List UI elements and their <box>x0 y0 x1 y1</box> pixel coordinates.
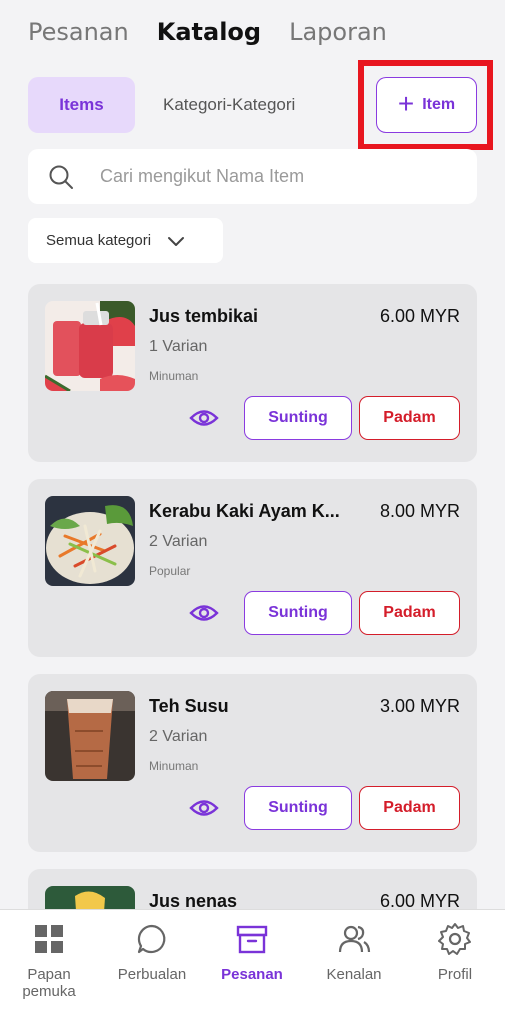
item-image-teh-susu <box>45 691 135 781</box>
archive-box-icon <box>236 925 268 954</box>
chevron-down-icon <box>168 236 185 246</box>
nav-label: Profil <box>437 966 473 983</box>
item-image-kerabu <box>45 496 135 586</box>
item-variants: 2 Varian <box>149 728 208 745</box>
item-name: Teh Susu <box>149 696 229 716</box>
item-variants: 2 Varian <box>149 533 208 550</box>
add-item-label: Item <box>422 96 456 113</box>
nav-label: Pesanan <box>221 966 283 983</box>
nav-label: Perbualan <box>117 966 187 983</box>
plus-icon: + <box>397 87 415 119</box>
tab-katalog[interactable]: Katalog <box>157 18 261 46</box>
view-icon[interactable] <box>188 792 220 824</box>
item-price: 3.00 MYR <box>379 696 460 716</box>
delete-button[interactable]: Padam <box>359 396 460 440</box>
category-filter-dropdown[interactable]: Semua kategori <box>28 218 223 263</box>
tab-laporan[interactable]: Laporan <box>289 18 387 46</box>
dashboard-icon <box>35 925 63 953</box>
item-price: 6.00 MYR <box>379 306 460 326</box>
tab-pesanan[interactable]: Pesanan <box>28 18 129 46</box>
segment-row: Items Kategori-Kategori + Item <box>28 60 493 150</box>
view-icon[interactable] <box>188 402 220 434</box>
add-item-button[interactable]: + Item <box>376 77 477 133</box>
nav-dashboard[interactable]: Papan pemuka <box>18 922 80 1000</box>
item-card: Jus tembikai 6.00 MYR 1 Varian Minuman S… <box>28 284 477 462</box>
item-name: Kerabu Kaki Ayam K... <box>149 501 340 521</box>
top-tabs: Pesanan Katalog Laporan <box>28 18 387 46</box>
edit-button[interactable]: Sunting <box>244 396 352 440</box>
item-category: Minuman <box>149 369 199 383</box>
nav-orders[interactable]: Pesanan <box>212 922 292 983</box>
contacts-icon <box>338 925 371 953</box>
segment-categories[interactable]: Kategori-Kategori <box>163 77 295 133</box>
item-price: 8.00 MYR <box>379 501 460 521</box>
item-card: Kerabu Kaki Ayam K... 8.00 MYR 2 Varian … <box>28 479 477 657</box>
search-input[interactable]: Cari mengikut Nama Item <box>100 166 304 187</box>
segment-items[interactable]: Items <box>28 77 135 133</box>
nav-contacts[interactable]: Kenalan <box>314 922 394 983</box>
item-category: Popular <box>149 564 191 578</box>
nav-chat[interactable]: Perbualan <box>112 922 192 983</box>
edit-button[interactable]: Sunting <box>244 591 352 635</box>
view-icon[interactable] <box>188 597 220 629</box>
search-icon <box>49 165 73 189</box>
item-name: Jus tembikai <box>149 306 259 326</box>
chat-icon <box>137 924 166 954</box>
nav-profile[interactable]: Profil <box>420 922 490 983</box>
search-bar[interactable]: Cari mengikut Nama Item <box>28 149 477 204</box>
category-filter-label: Semua kategori <box>46 232 152 249</box>
item-image-watermelon-juice <box>45 301 135 391</box>
item-variants: 1 Varian <box>149 338 208 355</box>
nav-label: Papan pemuka <box>22 966 76 1000</box>
delete-button[interactable]: Padam <box>359 591 460 635</box>
item-card: Teh Susu 3.00 MYR 2 Varian Minuman Sunti… <box>28 674 477 852</box>
bottom-navigation: Papan pemuka Perbualan Pesanan Kenalan P… <box>0 909 505 1024</box>
gear-icon <box>438 923 471 955</box>
item-category: Minuman <box>149 759 199 773</box>
edit-button[interactable]: Sunting <box>244 786 352 830</box>
delete-button[interactable]: Padam <box>359 786 460 830</box>
nav-label: Kenalan <box>326 966 382 983</box>
